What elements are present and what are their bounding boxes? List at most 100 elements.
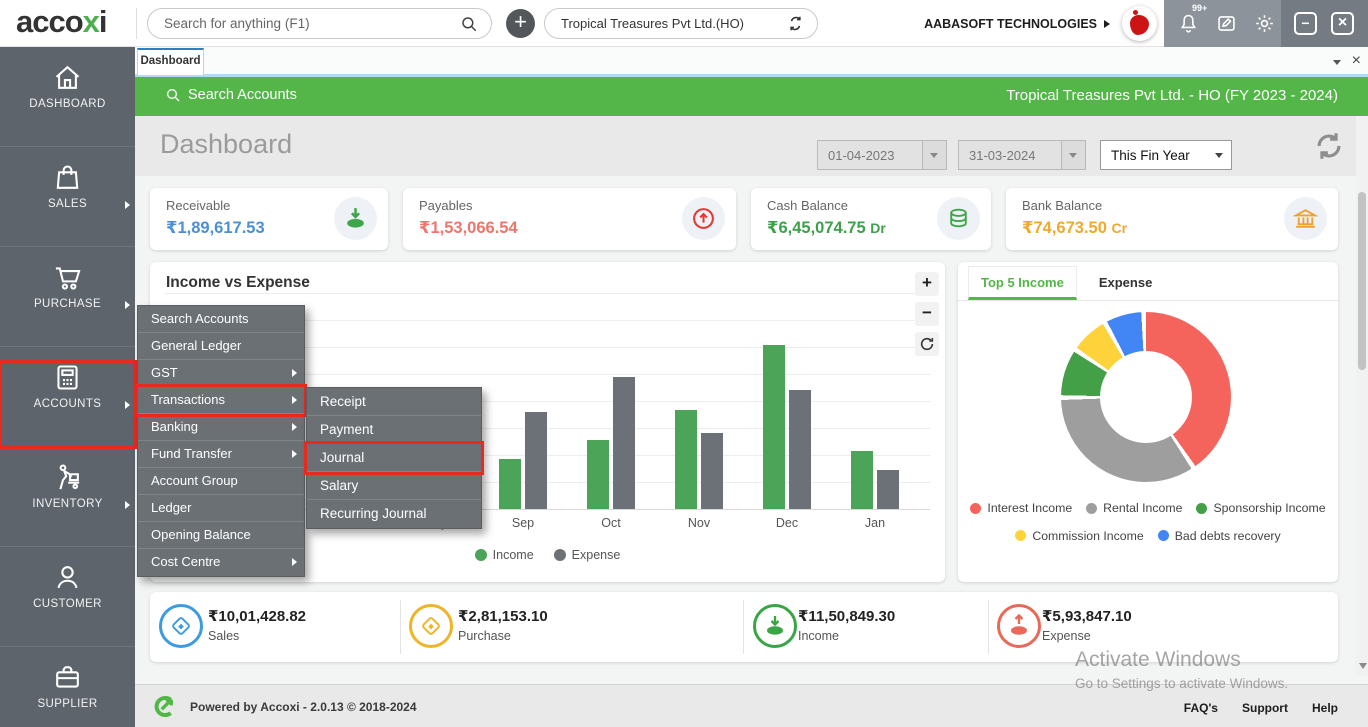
coin-up-icon — [997, 604, 1041, 648]
organization-menu[interactable]: AABASOFT TECHNOLOGIES — [920, 0, 1110, 47]
footer-link-faq-s[interactable]: FAQ's — [1184, 701, 1218, 715]
sidebar-item-sales[interactable]: SALES — [0, 162, 135, 247]
bottom-stat-value-expense: ₹5,93,847.10 — [1042, 607, 1132, 625]
sidebar-item-customer[interactable]: CUSTOMER — [0, 562, 135, 647]
donut-tabs: Top 5 Income Expense — [958, 262, 1338, 301]
trolley-icon — [52, 462, 83, 493]
menu-item-search-accounts[interactable]: Search Accounts — [138, 306, 304, 333]
tab-top-5-income[interactable]: Top 5 Income — [968, 266, 1077, 300]
sidebar-item-label: CUSTOMER — [0, 598, 135, 610]
menu-item-label: Account Group — [151, 473, 238, 488]
footer-link-help[interactable]: Help — [1312, 701, 1338, 715]
sidebar-item-supplier[interactable]: SUPPLIER — [0, 662, 135, 727]
period-select[interactable]: This Fin Year — [1100, 140, 1232, 170]
avatar[interactable] — [1122, 6, 1157, 41]
menu-item-fund-transfer[interactable]: Fund Transfer — [138, 441, 304, 468]
menu-item-account-group[interactable]: Account Group — [138, 468, 304, 495]
module-bar: Search Accounts Tropical Treasures Pvt L… — [135, 77, 1368, 116]
menu-item-banking[interactable]: Banking — [138, 414, 304, 441]
vertical-scrollbar[interactable] — [1356, 116, 1368, 676]
stat-card-label: Receivable — [166, 198, 230, 213]
menu-item-label: Salary — [320, 478, 358, 493]
menu-item-cost-centre[interactable]: Cost Centre — [138, 549, 304, 576]
chevron-right-icon — [125, 501, 130, 509]
legend-item-bad-debts-recovery[interactable]: Bad debts recovery — [1158, 523, 1281, 549]
x-axis-label-sep: Sep — [488, 516, 558, 530]
tab-list-caret-icon[interactable] — [1333, 60, 1341, 65]
sidebar-item-label: ACCOUNTS — [0, 398, 135, 410]
page-title: Dashboard — [160, 129, 292, 160]
legend-swatch — [1086, 503, 1097, 514]
bar-income-sep — [499, 459, 521, 509]
refresh-icon[interactable] — [1312, 129, 1346, 163]
sidebar-item-inventory[interactable]: INVENTORY — [0, 462, 135, 547]
menu-item-gst[interactable]: GST — [138, 360, 304, 387]
notifications-icon[interactable] — [1178, 13, 1199, 34]
menu-item-general-ledger[interactable]: General Ledger — [138, 333, 304, 360]
top-income-card: Top 5 Income Expense Interest Income Renta… — [958, 262, 1338, 582]
x-axis-label-nov: Nov — [664, 516, 734, 530]
bar-income-dec — [763, 345, 785, 509]
company-selector[interactable]: Tropical Treasures Pvt Ltd.(HO) — [544, 8, 818, 39]
divider — [743, 600, 744, 654]
sidebar-item-purchase[interactable]: PURCHASE — [0, 262, 135, 347]
accounts-menu: Search AccountsGeneral Ledger GST Transact… — [137, 305, 305, 577]
search-icon[interactable] — [460, 15, 478, 33]
sidebar-item-label: PURCHASE — [0, 298, 135, 310]
zoom-out-button[interactable]: − — [915, 302, 939, 326]
global-search-input[interactable]: Search for anything (F1) — [147, 8, 492, 39]
submenu-item-receipt[interactable]: Receipt — [307, 388, 481, 416]
settings-icon[interactable] — [1254, 13, 1275, 34]
x-axis-label-oct: Oct — [576, 516, 646, 530]
date-from-value: 01-04-2023 — [828, 148, 895, 163]
sidebar-item-accounts[interactable]: ACCOUNTS — [0, 362, 135, 447]
chevron-right-icon — [292, 369, 297, 377]
scrollbar-thumb[interactable] — [1358, 192, 1366, 370]
menu-item-ledger[interactable]: Ledger — [138, 495, 304, 522]
switch-company-icon[interactable] — [786, 14, 805, 33]
app-logo: accoxi — [16, 4, 107, 40]
legend-label: Expense — [572, 548, 621, 562]
legend-item-income[interactable]: Income — [475, 548, 534, 562]
sidebar-item-label: DASHBOARD — [0, 98, 135, 110]
date-from-field[interactable]: 01-04-2023 — [817, 140, 947, 170]
chart-refresh-icon[interactable] — [915, 332, 939, 356]
quick-add-button[interactable]: + — [506, 9, 535, 38]
legend-item-expense[interactable]: Expense — [554, 548, 621, 562]
submenu-item-journal[interactable]: Journal — [307, 444, 481, 472]
menu-item-label: Fund Transfer — [151, 446, 232, 461]
search-accounts-button[interactable]: Search Accounts — [165, 87, 297, 103]
sidebar-item-dashboard[interactable]: DASHBOARD — [0, 62, 135, 147]
date-from-dropdown[interactable] — [922, 141, 946, 169]
stat-card-label: Cash Balance — [767, 198, 848, 213]
tab-bar: Dashboard × — [135, 47, 1368, 77]
tab-dashboard[interactable]: Dashboard — [137, 48, 204, 75]
menu-item-transactions[interactable]: Transactions — [138, 387, 304, 414]
stat-card-label: Payables — [419, 198, 472, 213]
date-to-dropdown[interactable] — [1061, 141, 1085, 169]
chevron-right-icon — [292, 450, 297, 458]
legend-item-commission-income[interactable]: Commission Income — [1015, 523, 1143, 549]
submenu-item-payment[interactable]: Payment — [307, 416, 481, 444]
scrollbar-down-arrow-icon[interactable] — [1359, 663, 1367, 669]
minimize-button[interactable]: − — [1294, 12, 1317, 35]
submenu-item-salary[interactable]: Salary — [307, 472, 481, 500]
submenu-item-recurring-journal[interactable]: Recurring Journal — [307, 500, 481, 528]
menu-item-opening-balance[interactable]: Opening Balance — [138, 522, 304, 549]
footer-link-support[interactable]: Support — [1242, 701, 1288, 715]
legend-item-interest-income[interactable]: Interest Income — [970, 495, 1072, 521]
messages-icon[interactable] — [1216, 13, 1237, 34]
legend-item-sponsorship-income[interactable]: Sponsorship Income — [1196, 495, 1325, 521]
organization-name: AABASOFT TECHNOLOGIES — [924, 17, 1097, 31]
tab-expense[interactable]: Expense — [1087, 267, 1164, 300]
close-button[interactable]: × — [1331, 12, 1354, 35]
home-icon — [52, 62, 83, 93]
tab-close-icon[interactable]: × — [1352, 51, 1361, 71]
logo-accent: x — [83, 4, 99, 39]
date-to-field[interactable]: 31-03-2024 — [958, 140, 1086, 170]
legend-item-rental-income[interactable]: Rental Income — [1086, 495, 1182, 521]
menu-item-label: GST — [151, 365, 178, 380]
legend-label: Commission Income — [1032, 523, 1143, 549]
zoom-in-button[interactable]: + — [915, 272, 939, 296]
bottom-stat-label-expense: Expense — [1042, 629, 1091, 643]
